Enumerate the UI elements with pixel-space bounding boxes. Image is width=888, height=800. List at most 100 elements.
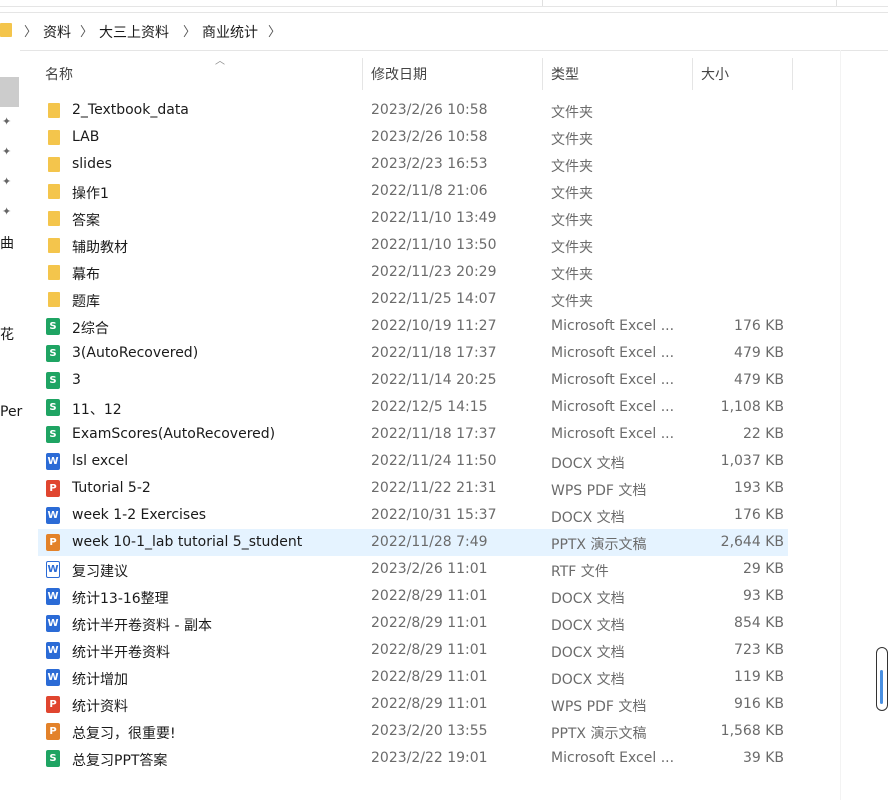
column-divider[interactable] xyxy=(542,58,543,90)
ppt-icon: P xyxy=(46,534,60,551)
breadcrumb-item[interactable]: 商业统计 xyxy=(202,22,258,42)
file-size: 29 KB xyxy=(742,561,784,577)
vertical-scrollbar[interactable] xyxy=(876,647,888,711)
sort-ascending-icon: ︿ xyxy=(215,56,225,67)
table-row[interactable]: S 3 2022/11/14 20:25 Microsoft Excel ... 479… xyxy=(38,367,788,394)
file-date: 2022/12/5 14:15 xyxy=(371,399,488,415)
file-type: DOCX 文档 xyxy=(551,510,625,526)
file-size: 39 KB xyxy=(742,750,784,766)
word-icon: W xyxy=(46,669,60,686)
file-date: 2022/11/24 11:50 xyxy=(371,453,497,469)
file-name: ExamScores(AutoRecovered) xyxy=(72,426,276,442)
file-date: 2022/10/19 11:27 xyxy=(371,318,497,334)
file-type: WPS PDF 文档 xyxy=(551,699,647,715)
chevron-right-icon[interactable]: 〉 xyxy=(80,21,93,40)
table-row[interactable]: 辅助教材 2022/11/10 13:50 文件夹 xyxy=(38,232,788,259)
chevron-right-icon[interactable]: 〉 xyxy=(268,21,281,40)
ppt-icon: P xyxy=(46,723,60,740)
file-size: 479 KB xyxy=(734,372,784,388)
table-row[interactable]: W 统计半开卷资料 2022/8/29 11:01 DOCX 文档 723 KB xyxy=(38,637,788,664)
file-type: Microsoft Excel ... xyxy=(551,750,675,766)
chevron-right-icon[interactable]: 〉 xyxy=(183,21,196,40)
table-row[interactable]: W 统计13-16整理 2022/8/29 11:01 DOCX 文档 93 KB xyxy=(38,583,788,610)
nav-item[interactable]: 花 xyxy=(0,324,14,344)
file-type: DOCX 文档 xyxy=(551,645,625,661)
word-icon: W xyxy=(46,615,60,632)
table-row[interactable]: 幕布 2022/11/23 20:29 文件夹 xyxy=(38,259,788,286)
column-divider[interactable] xyxy=(792,58,793,90)
file-name: 统计增加 xyxy=(72,672,128,688)
table-row[interactable]: W 统计增加 2022/8/29 11:01 DOCX 文档 119 KB xyxy=(38,664,788,691)
file-date: 2022/11/18 17:37 xyxy=(371,345,497,361)
table-row[interactable]: S 2综合 2022/10/19 11:27 Microsoft Excel ... 1… xyxy=(38,313,788,340)
table-row[interactable]: slides 2023/2/23 16:53 文件夹 xyxy=(38,151,788,178)
file-size: 723 KB xyxy=(734,642,784,658)
table-row[interactable]: S 总复习PPT答案 2023/2/22 19:01 Microsoft Excel … xyxy=(38,745,788,772)
table-row[interactable]: 2_Textbook_data 2023/2/26 10:58 文件夹 xyxy=(38,97,788,124)
column-size[interactable]: 大小 xyxy=(701,64,729,84)
file-size: 916 KB xyxy=(734,696,784,712)
file-size: 176 KB xyxy=(734,318,784,334)
table-row[interactable]: P 统计资料 2022/8/29 11:01 WPS PDF 文档 916 KB xyxy=(38,691,788,718)
file-date: 2022/11/14 20:25 xyxy=(371,372,497,388)
file-name: 幕布 xyxy=(72,267,100,283)
word-icon: W xyxy=(46,507,60,524)
file-type: DOCX 文档 xyxy=(551,591,625,607)
table-row[interactable]: S 3(AutoRecovered) 2022/11/18 17:37 Microso… xyxy=(38,340,788,367)
table-row[interactable]: Wlsl excel 2022/11/24 11:50 DOCX 文档 1,037 K… xyxy=(38,448,788,475)
column-date[interactable]: 修改日期 xyxy=(371,64,427,84)
file-date: 2022/11/8 21:06 xyxy=(371,183,488,199)
navigation-pane: ✦ ✦ ✦ ✦ 曲 花 Per xyxy=(0,50,22,800)
file-date: 2022/11/10 13:50 xyxy=(371,237,497,253)
divider xyxy=(836,0,837,6)
file-date: 2023/2/23 16:53 xyxy=(371,156,488,172)
file-name: 复习建议 xyxy=(72,564,128,580)
nav-item-selected[interactable] xyxy=(0,77,19,107)
table-row[interactable]: S ExamScores(AutoRecovered) 2022/11/18 17:… xyxy=(38,421,788,448)
file-date: 2023/2/20 13:55 xyxy=(371,723,488,739)
breadcrumb-item[interactable]: 资料 xyxy=(43,22,71,42)
table-row[interactable]: P Tutorial 5-2 2022/11/22 21:31 WPS PDF 文档 1… xyxy=(38,475,788,502)
file-size: 193 KB xyxy=(734,480,784,496)
address-bar[interactable]: 〉 资料 〉 大三上资料 〉 商业统计 〉 xyxy=(0,12,888,51)
file-type: 文件夹 xyxy=(551,294,593,310)
file-type: Microsoft Excel ... xyxy=(551,426,675,442)
table-row[interactable]: S 11、12 2022/12/5 14:15 Microsoft Excel ...… xyxy=(38,394,788,421)
excel-icon: S xyxy=(46,318,60,335)
file-name: week 1-2 Exercises xyxy=(72,507,207,523)
column-type[interactable]: 类型 xyxy=(551,64,579,84)
column-divider[interactable] xyxy=(692,58,693,90)
table-row[interactable]: Wweek 1-2 Exercises 2022/10/31 15:37 DOCX … xyxy=(38,502,788,529)
column-name[interactable]: 名称 xyxy=(45,64,73,84)
table-row[interactable]: LAB 2023/2/26 10:58 文件夹 xyxy=(38,124,788,151)
nav-item[interactable]: Per xyxy=(0,404,22,420)
divider xyxy=(542,0,543,6)
file-name: week 10-1_lab tutorial 5_student xyxy=(72,534,303,550)
table-row[interactable]: 答案 2022/11/10 13:49 文件夹 xyxy=(38,205,788,232)
excel-icon: S xyxy=(46,372,60,389)
folder-icon xyxy=(0,23,12,37)
file-type: Microsoft Excel ... xyxy=(551,318,675,334)
folder-icon xyxy=(48,157,60,172)
file-size: 1,568 KB xyxy=(720,723,784,739)
file-size: 479 KB xyxy=(734,345,784,361)
table-row[interactable]: 操作1 2022/11/8 21:06 文件夹 xyxy=(38,178,788,205)
table-row[interactable]: P 总复习，很重要! 2023/2/20 13:55 PPTX 演示文稿 1,568 K… xyxy=(38,718,788,745)
table-row[interactable]: Pweek 10-1_lab tutorial 5_student 2022/11… xyxy=(38,529,788,556)
breadcrumb-item[interactable]: 大三上资料 xyxy=(99,22,169,42)
column-header: ︿ 名称 修改日期 类型 大小 xyxy=(21,50,841,94)
file-name: 总复习PPT答案 xyxy=(72,753,168,769)
column-divider[interactable] xyxy=(362,58,363,90)
file-size: 1,108 KB xyxy=(720,399,784,415)
file-name: 统计半开卷资料 xyxy=(72,645,170,661)
file-size: 176 KB xyxy=(734,507,784,523)
table-row[interactable]: W 复习建议 2023/2/26 11:01 RTF 文件 29 KB xyxy=(38,556,788,583)
file-date: 2022/10/31 15:37 xyxy=(371,507,497,523)
nav-item[interactable]: 曲 xyxy=(0,233,14,253)
table-row[interactable]: W 统计半开卷资料 - 副本 2022/8/29 11:01 DOCX 文档 854 K… xyxy=(38,610,788,637)
scrollbar-thumb[interactable] xyxy=(880,670,883,704)
file-type: 文件夹 xyxy=(551,267,593,283)
chevron-right-icon[interactable]: 〉 xyxy=(24,21,37,40)
pdf-icon: P xyxy=(46,696,60,713)
table-row[interactable]: 题库 2022/11/25 14:07 文件夹 xyxy=(38,286,788,313)
